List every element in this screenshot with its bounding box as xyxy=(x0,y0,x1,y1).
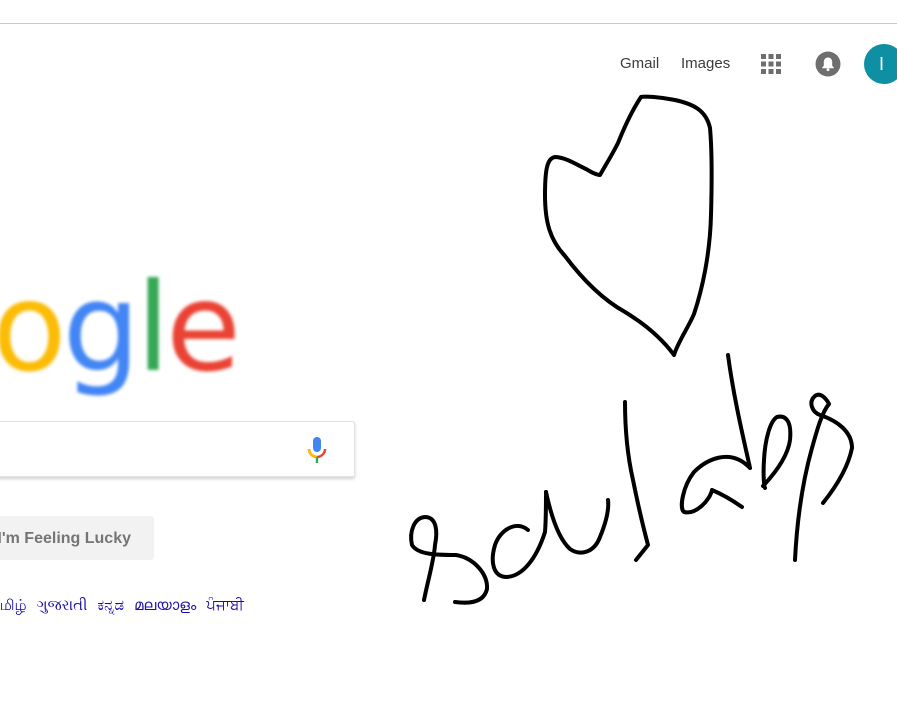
logo-letter-g: g xyxy=(62,257,140,399)
browser-page: Gmail Images I ogle I'm Feeling Lucky தம… xyxy=(0,0,897,706)
google-logo: ogle xyxy=(0,257,241,399)
apps-grid-icon[interactable] xyxy=(761,54,781,74)
drawn-signature-a3 xyxy=(679,353,752,515)
search-input[interactable] xyxy=(1,436,295,462)
language-link-kannada[interactable]: ಕನ್ನಡ xyxy=(97,596,124,614)
feeling-lucky-button[interactable]: I'm Feeling Lucky xyxy=(0,516,154,560)
drawn-signature-b xyxy=(761,414,793,490)
drawn-signature-a1 xyxy=(490,490,548,579)
microphone-icon[interactable] xyxy=(305,436,329,466)
search-box[interactable] xyxy=(0,421,355,477)
gmail-link[interactable]: Gmail xyxy=(620,55,659,72)
drawn-signature-s xyxy=(409,515,489,605)
notifications-bell-icon[interactable] xyxy=(815,51,841,77)
drawn-signature-l xyxy=(623,400,650,562)
language-link-gujarati[interactable]: ગુજરાતી xyxy=(37,596,88,614)
drawn-signature-p xyxy=(793,392,854,562)
account-avatar[interactable]: I xyxy=(864,44,897,84)
logo-letter-o: o xyxy=(0,257,67,399)
language-link-malayalam[interactable]: മലയാളം xyxy=(134,596,196,614)
language-link-tamil[interactable]: தமிழ் xyxy=(0,596,27,614)
drawn-signature-a2-loop xyxy=(544,490,611,555)
logo-letter-l: l xyxy=(136,257,170,399)
top-divider xyxy=(0,23,897,24)
language-links: தமிழ் ગુજરાતી ಕನ್ನಡ മലയാളം ਪੰਜਾਬੀ xyxy=(0,596,254,616)
images-link[interactable]: Images xyxy=(681,55,730,72)
logo-letter-e: e xyxy=(166,257,241,399)
drawn-heart xyxy=(543,94,714,357)
language-link-punjabi[interactable]: ਪੰਜਾਬੀ xyxy=(206,596,244,614)
